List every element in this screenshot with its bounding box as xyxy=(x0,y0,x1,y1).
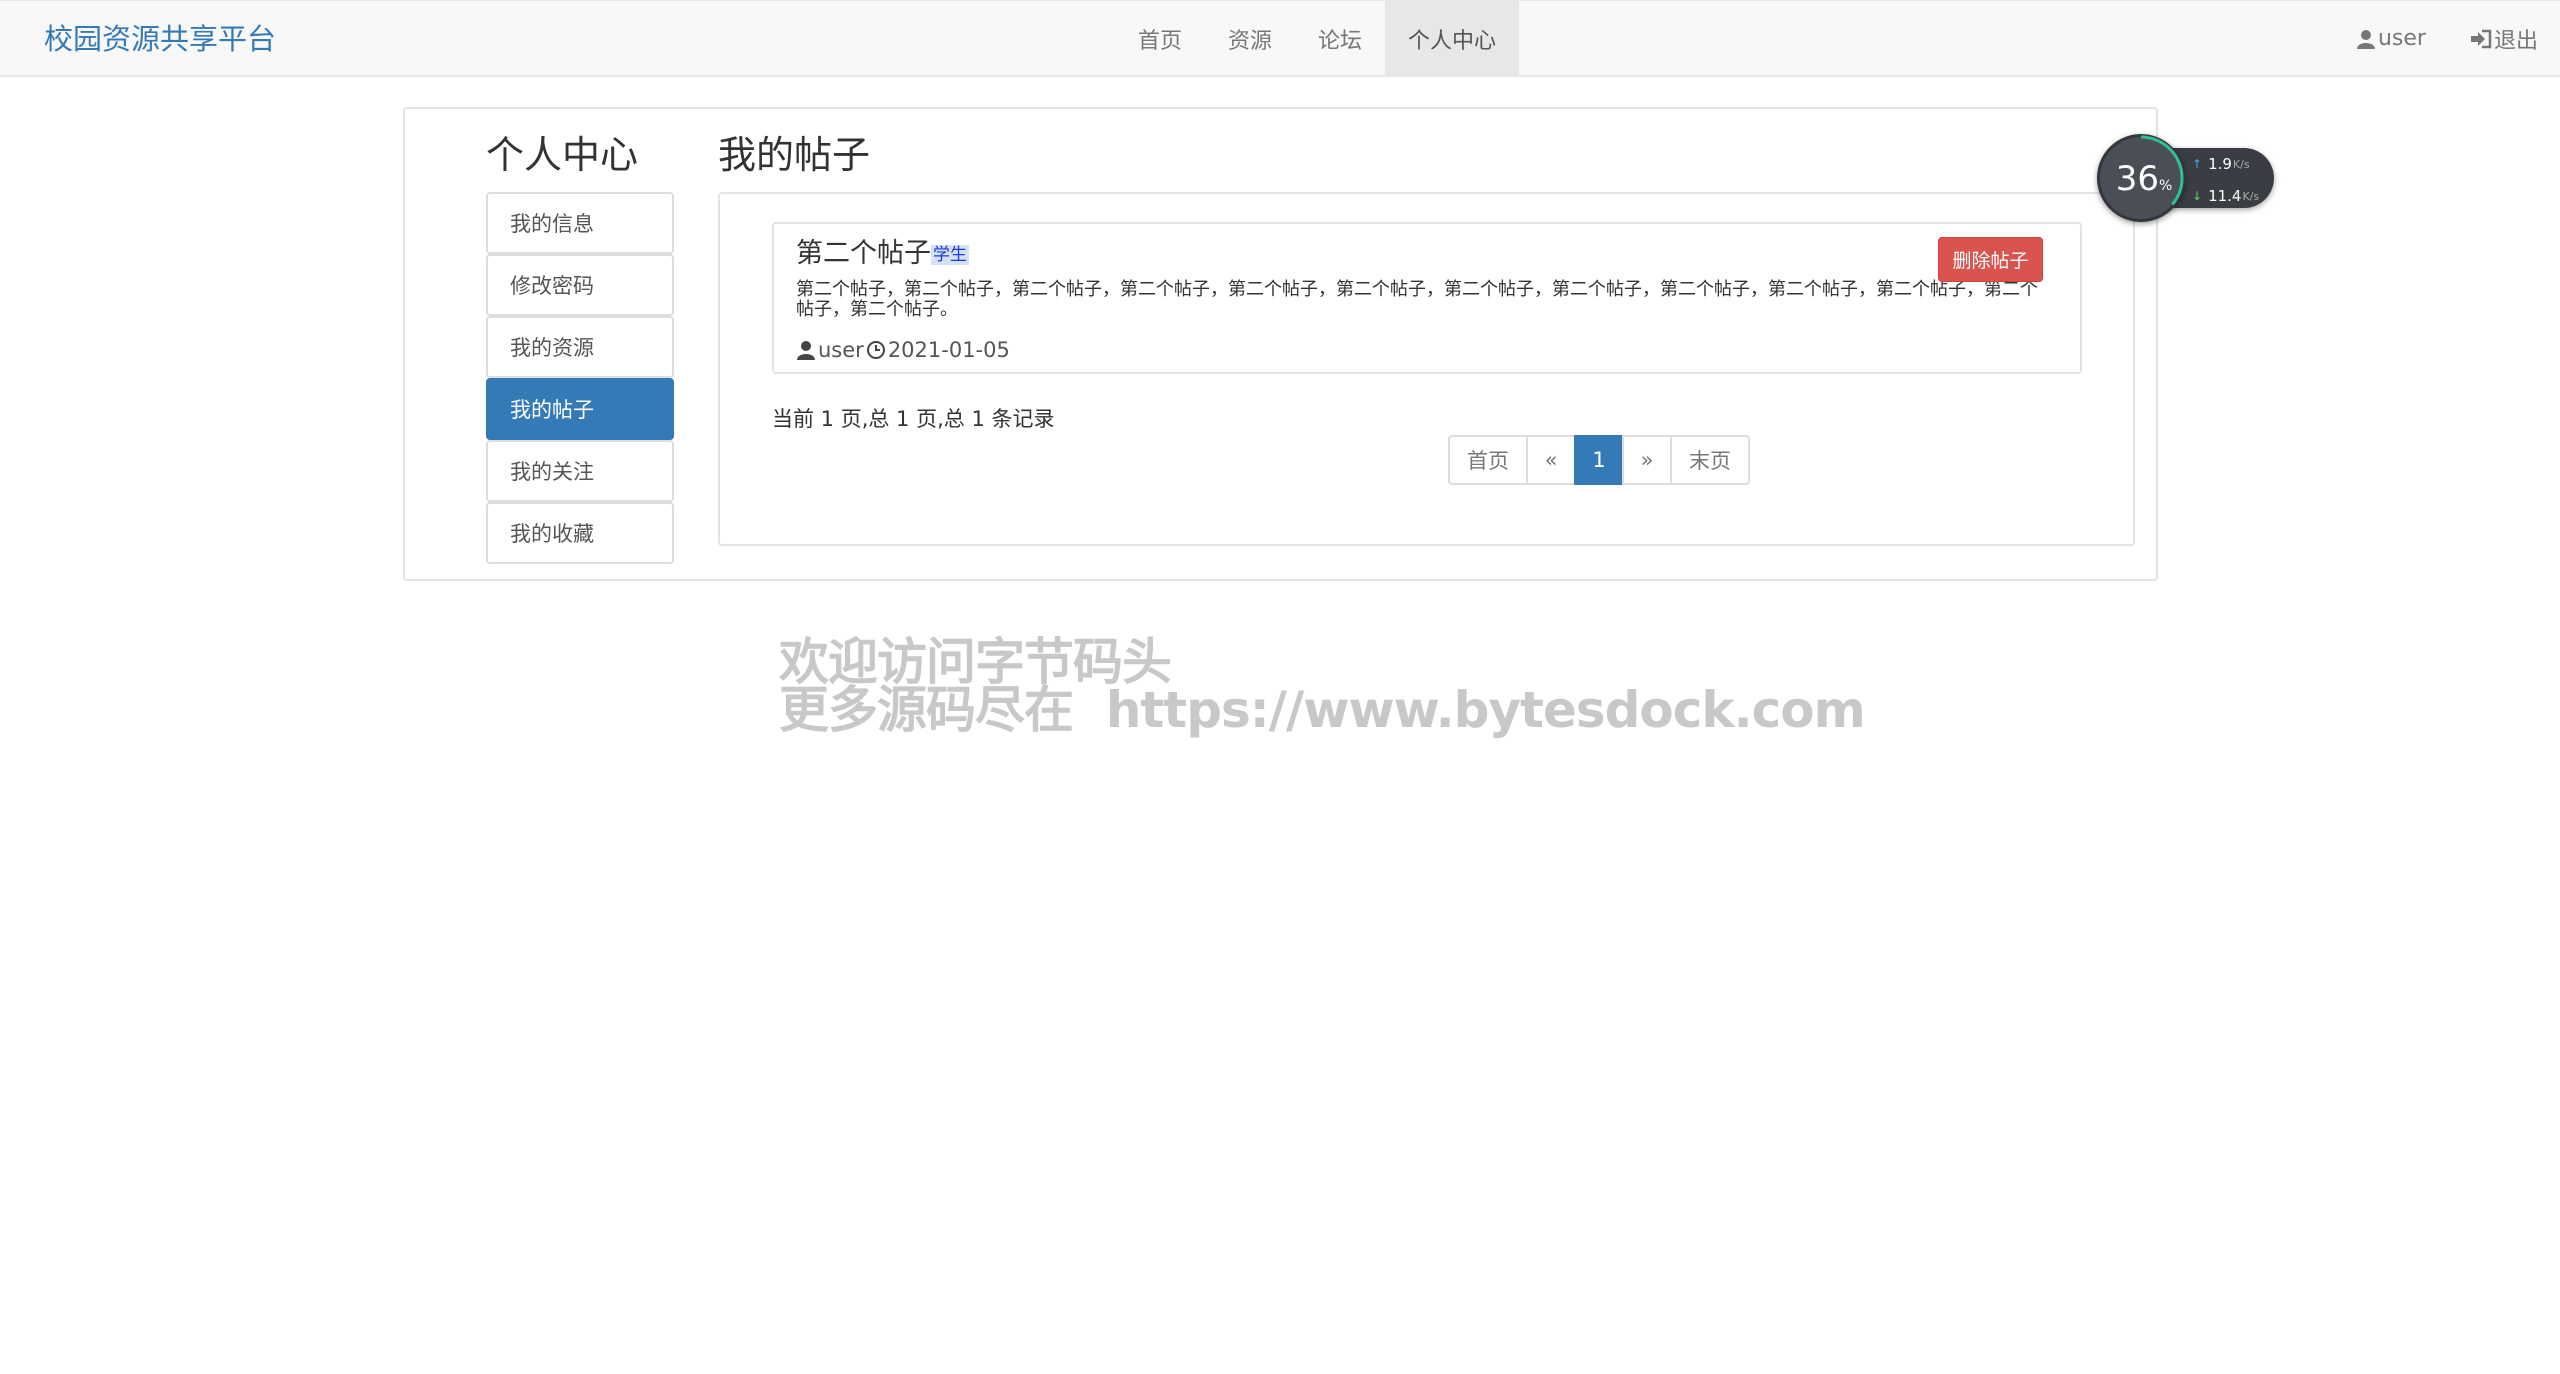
user-nav: user 退出 xyxy=(2334,1,2560,76)
sidebar-menu: 我的信息 修改密码 我的资源 我的帖子 我的关注 我的收藏 xyxy=(486,192,674,564)
delete-post-button[interactable]: 删除帖子 xyxy=(1938,237,2043,282)
page-number-button[interactable]: 1 xyxy=(1574,435,1624,485)
pagination: 首页 « 1 » 末页 xyxy=(1448,435,1750,485)
post-title[interactable]: 第二个帖子 xyxy=(796,238,931,269)
post-body: 第二个帖子，第二个帖子，第二个帖子，第二个帖子，第二个帖子，第二个帖子，第二个帖… xyxy=(796,279,2038,320)
sidebar-item-my-favorites[interactable]: 我的收藏 xyxy=(486,502,674,564)
post-date: 2021-01-05 xyxy=(887,338,1010,362)
usage-percent: 36% xyxy=(2100,137,2188,221)
watermark: 欢迎访问字节码头 更多源码尽在 https://www.bytesdock.co… xyxy=(779,633,1866,739)
clock-icon xyxy=(866,341,885,359)
download-speed-value: 11.4 xyxy=(2208,187,2242,205)
page-title: 我的帖子 xyxy=(718,133,871,177)
page-next-button[interactable]: » xyxy=(1622,435,1672,485)
logout-link[interactable]: 退出 xyxy=(2448,1,2560,76)
post-tag: 学生 xyxy=(931,244,969,265)
usage-percent-unit: % xyxy=(2158,178,2173,194)
sidebar-item-my-follows[interactable]: 我的关注 xyxy=(486,440,674,502)
post-title-row: 第二个帖子 学生 xyxy=(796,236,969,273)
page-prev-button[interactable]: « xyxy=(1526,435,1576,485)
main-nav: 首页 资源 论坛 个人中心 xyxy=(1115,1,1520,76)
user-icon xyxy=(797,341,815,360)
sidebar-item-my-info[interactable]: 我的信息 xyxy=(486,192,674,254)
download-speed: ↓ 11.4 K/s xyxy=(2192,187,2259,205)
nav-item-resources[interactable]: 资源 xyxy=(1205,1,1295,76)
memory-usage-gauge: 36% xyxy=(2097,134,2185,222)
logout-icon xyxy=(2470,29,2492,48)
page-last-button[interactable]: 末页 xyxy=(1670,435,1750,485)
upload-speed-value: 1.9 xyxy=(2208,155,2232,173)
watermark-line-1: 欢迎访问字节码头 xyxy=(779,633,1172,691)
upload-speed: ↑ 1.9 K/s xyxy=(2192,155,2250,173)
nav-item-home[interactable]: 首页 xyxy=(1115,1,1205,76)
logout-label: 退出 xyxy=(2493,28,2538,54)
top-navbar: 校园资源共享平台 首页 资源 论坛 个人中心 user 退出 xyxy=(0,0,2560,77)
watermark-line-2: 更多源码尽在 https://www.bytesdock.com xyxy=(779,681,1866,739)
post-card: 第二个帖子 学生 第二个帖子，第二个帖子，第二个帖子，第二个帖子，第二个帖子，第二… xyxy=(772,222,2082,374)
user-name: user xyxy=(2377,26,2426,51)
nav-item-personal-center[interactable]: 个人中心 xyxy=(1385,1,1520,76)
brand-logo[interactable]: 校园资源共享平台 xyxy=(44,19,276,59)
usage-percent-value: 36 xyxy=(2115,159,2159,199)
post-meta: user 2021-01-05 xyxy=(796,336,1010,364)
sidebar-item-my-resources[interactable]: 我的资源 xyxy=(486,316,674,378)
sidebar-title: 个人中心 xyxy=(486,133,639,177)
post-author: user xyxy=(818,338,864,362)
nav-item-forum[interactable]: 论坛 xyxy=(1295,1,1385,76)
page-first-button[interactable]: 首页 xyxy=(1448,435,1528,485)
sidebar-item-change-password[interactable]: 修改密码 xyxy=(486,254,674,316)
download-speed-unit: K/s xyxy=(2242,189,2260,203)
arrow-down-icon: ↓ xyxy=(2192,189,2203,203)
network-speed-widget[interactable]: ↑ 1.9 K/s ↓ 11.4 K/s 36% xyxy=(2097,132,2277,224)
upload-speed-unit: K/s xyxy=(2232,157,2250,171)
user-menu[interactable]: user xyxy=(2334,1,2448,76)
sidebar-item-my-posts[interactable]: 我的帖子 xyxy=(486,378,674,440)
user-icon xyxy=(2356,29,2375,49)
arrow-up-icon: ↑ xyxy=(2192,157,2203,171)
pagination-info: 当前 1 页,总 1 页,总 1 条记录 xyxy=(772,407,1055,431)
